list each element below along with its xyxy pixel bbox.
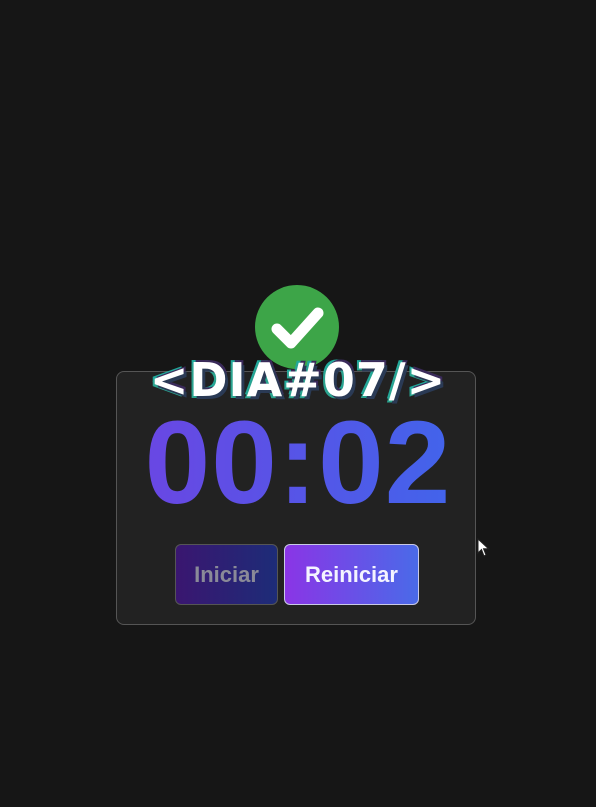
page: 00:02 Iniciar Reiniciar <DIA#07/> (0, 0, 596, 807)
reset-button[interactable]: Reiniciar (284, 544, 419, 605)
start-button[interactable]: Iniciar (175, 544, 278, 605)
mouse-cursor-icon (477, 538, 490, 557)
time-display: 00:02 (0, 398, 596, 528)
day-title: <DIA#07/> (149, 352, 447, 408)
